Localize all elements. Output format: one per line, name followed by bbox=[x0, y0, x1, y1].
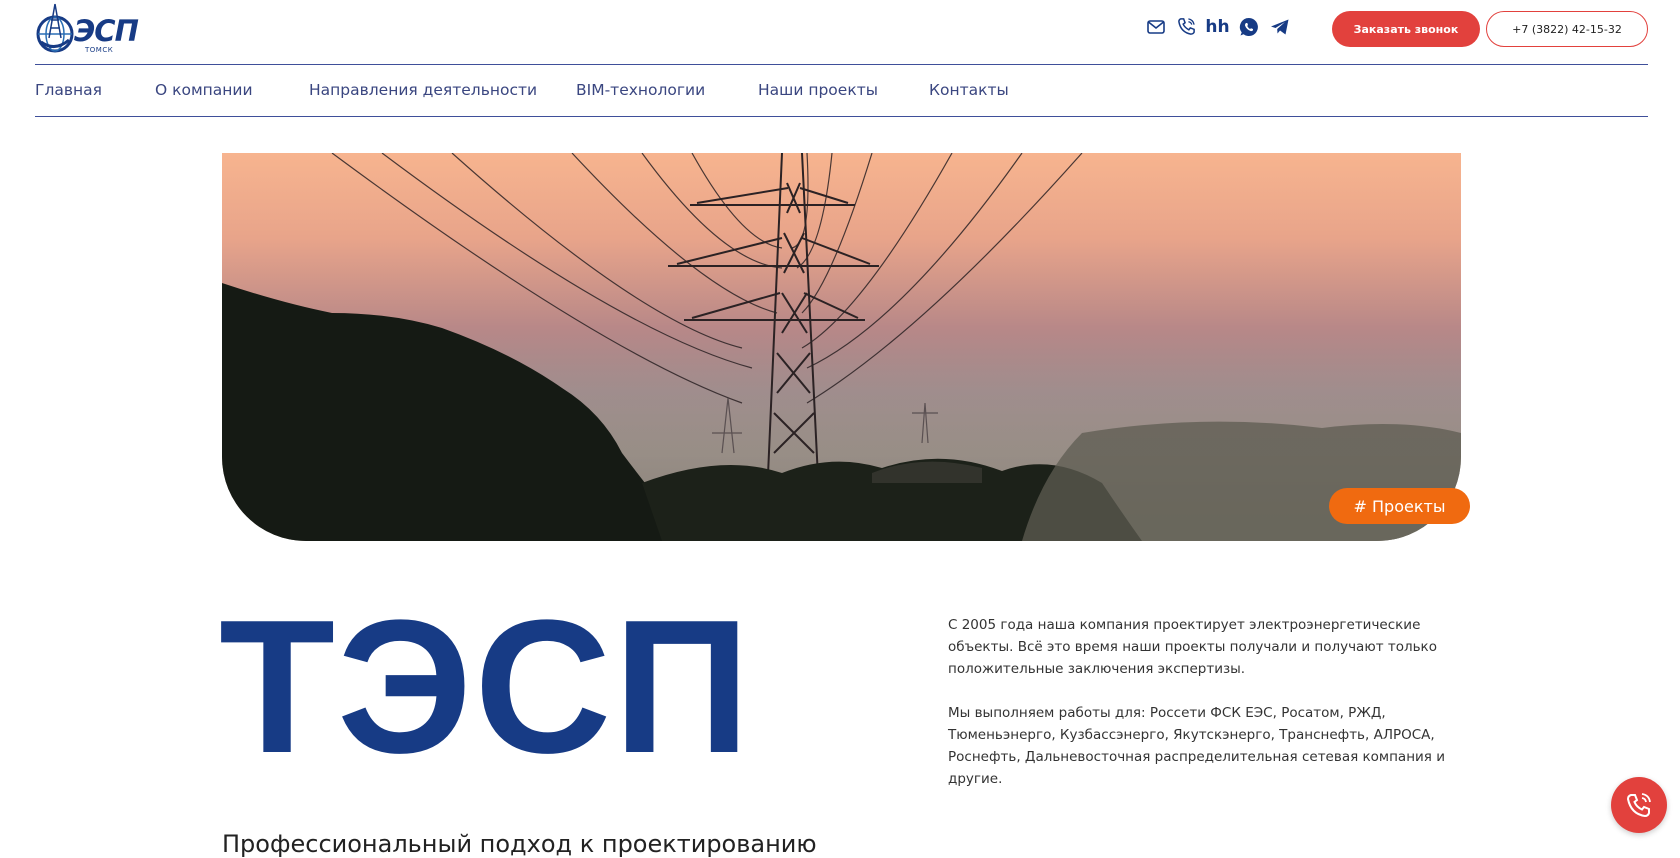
company-title: ТЭСП bbox=[219, 581, 753, 793]
about-text: С 2005 года наша компания проектирует эл… bbox=[948, 614, 1468, 812]
power-lines-landscape bbox=[222, 153, 1461, 541]
nav-item-bim[interactable]: BIM-технологии bbox=[576, 81, 705, 99]
phone-ring-icon bbox=[1626, 793, 1651, 818]
telegram-icon[interactable] bbox=[1269, 16, 1290, 37]
header: ЭСП ТОМСК hh Заказать звонок +7 (3822) 4… bbox=[35, 0, 1648, 65]
logo[interactable]: ЭСП ТОМСК bbox=[35, 2, 139, 58]
call-fab-button[interactable] bbox=[1611, 777, 1667, 833]
nav-item-projects[interactable]: Наши проекты bbox=[758, 81, 878, 99]
projects-tag-button[interactable]: # Проекты bbox=[1329, 488, 1470, 524]
mail-icon[interactable] bbox=[1145, 16, 1166, 37]
nav-item-home[interactable]: Главная bbox=[35, 81, 102, 99]
hh-icon[interactable]: hh bbox=[1205, 16, 1229, 37]
contact-icons: hh bbox=[1145, 16, 1290, 37]
about-paragraph-1: С 2005 года наша компания проектирует эл… bbox=[948, 617, 1437, 677]
nav-item-contacts[interactable]: Контакты bbox=[929, 81, 1009, 99]
nav-item-directions[interactable]: Направления деятельности bbox=[309, 81, 537, 99]
about-paragraph-2: Мы выполняем работы для: Россети ФСК ЕЭС… bbox=[948, 705, 1445, 787]
hero-banner bbox=[222, 153, 1461, 541]
whatsapp-icon[interactable] bbox=[1238, 16, 1259, 37]
phone-number-button[interactable]: +7 (3822) 42-15-32 bbox=[1486, 11, 1648, 47]
order-callback-button[interactable]: Заказать звонок bbox=[1332, 11, 1480, 47]
logo-text: ЭСП bbox=[74, 14, 139, 48]
phone-icon[interactable] bbox=[1176, 16, 1197, 37]
nav-item-about[interactable]: О компании bbox=[155, 81, 253, 99]
section-subheading: Профессиональный подход к проектированию bbox=[222, 830, 817, 858]
logo-subtext: ТОМСК bbox=[85, 46, 114, 54]
main-nav: Главная О компании Направления деятельно… bbox=[35, 64, 1648, 117]
